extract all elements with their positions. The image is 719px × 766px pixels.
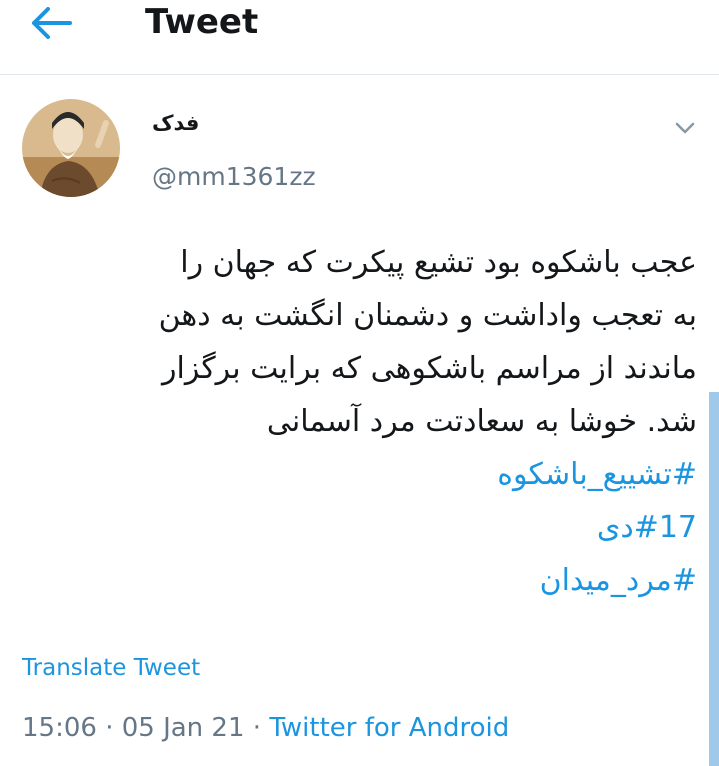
tweet-text: عجب باشکوه بود تشیع پیکرت که جهان را به … [17,236,697,607]
separator-dot: · [244,713,270,743]
arrow-left-icon [32,7,72,39]
tweet-text-line: به تعجب واداشت و دشمنان انگشت به دهن [158,298,697,333]
more-options-button[interactable] [672,116,698,140]
avatar[interactable] [22,99,120,197]
author-name[interactable]: فدک [152,108,199,138]
tweet-source-link[interactable]: Twitter for Android [269,713,509,743]
separator-dot: · [96,713,122,743]
tweet-time: 15:06 [22,713,97,743]
translate-tweet-link[interactable]: Translate Tweet [22,652,200,684]
hashtag-link[interactable]: #17دی [17,501,697,554]
hashtag-link[interactable]: #مرد_میدان [17,554,697,607]
page-title: Tweet [145,2,259,42]
tweet-text-line: شد. خوشا به سعادتت مرد آسمانی [266,404,697,439]
tweet-text-line: ماندند از مراسم باشکوهی که برایت برگزار [162,351,697,386]
tweet-text-line: عجب باشکوه بود تشیع پیکرت که جهان را [180,245,697,280]
tweet-metadata: 15:06 · 05 Jan 21 · Twitter for Android [22,708,509,748]
author-handle[interactable]: @mm1361zz [152,160,316,194]
profile-photo-image [22,99,120,197]
tweet-date: 05 Jan 21 [121,713,245,743]
hashtag-link[interactable]: #تشییع_باشکوه [17,448,697,501]
header-bar: Tweet [0,0,719,75]
scrollbar[interactable] [709,392,719,766]
chevron-down-icon [675,122,695,134]
back-button[interactable] [30,6,78,40]
